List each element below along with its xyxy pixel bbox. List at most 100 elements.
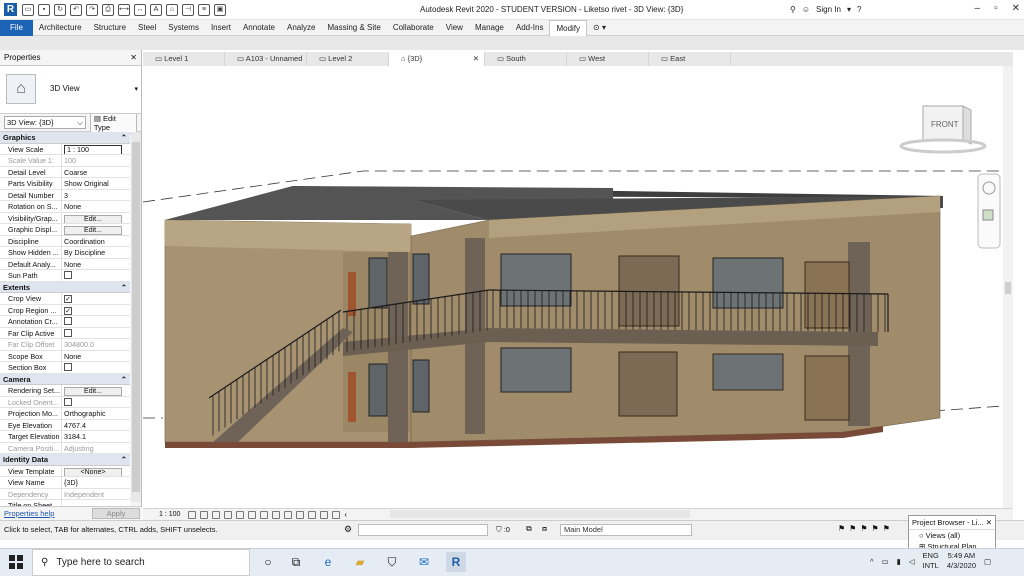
apply-button[interactable]: Apply (92, 508, 140, 519)
tray-expand-icon[interactable]: ^ (870, 557, 874, 566)
view-tab[interactable]: ▭ East (649, 52, 731, 66)
ribbon-options-icon[interactable]: ⊙ ▾ (587, 20, 612, 36)
help-icon[interactable]: ? (857, 5, 861, 14)
close-tab-icon[interactable]: ✕ (473, 52, 479, 66)
design-option-dropdown[interactable]: Main Model (560, 524, 692, 536)
property-checkbox[interactable]: ✓ (64, 295, 72, 303)
property-checkbox[interactable] (64, 328, 72, 337)
tab-systems[interactable]: Systems (162, 20, 205, 36)
property-value[interactable]: 1 : 100 (62, 144, 130, 154)
temp-hide-icon[interactable] (284, 510, 293, 519)
property-group-header[interactable]: Graphics ⌃ (0, 132, 130, 144)
tag-icon[interactable]: A (150, 4, 162, 16)
sun-path-icon[interactable] (212, 510, 221, 519)
view-tab[interactable]: ▭ South (485, 52, 567, 66)
property-value[interactable]: 3 (62, 190, 130, 201)
tab-add-ins[interactable]: Add-Ins (510, 20, 550, 36)
properties-close-icon[interactable]: ✕ (130, 53, 137, 62)
view-scale-value[interactable]: 1 : 100 (143, 511, 188, 518)
workset-dropdown[interactable] (358, 524, 488, 536)
property-value[interactable]: Edit... (62, 213, 130, 223)
save-icon[interactable]: ▪ (38, 4, 50, 16)
property-edit-button[interactable]: Edit... (64, 226, 122, 235)
maximize-icon[interactable]: ▫ (994, 3, 998, 14)
taskbar-search-box[interactable]: ⚲ Type here to search (32, 549, 250, 576)
network-icon[interactable]: ▭ (882, 557, 889, 566)
canvas-horizontal-scrollbar[interactable] (390, 510, 690, 518)
property-edit-button[interactable]: Edit... (64, 214, 122, 223)
property-value[interactable]: Show Original (62, 178, 130, 189)
property-value[interactable]: None (62, 259, 130, 270)
view-tab[interactable]: ▭ Level 2 (307, 52, 389, 66)
drag-elements-icon[interactable]: ⚑ (883, 524, 890, 533)
redo-icon[interactable]: ↷ (86, 4, 98, 16)
tree-item-views[interactable]: ○ Views (all) (909, 530, 995, 541)
binoculars-icon[interactable]: ⚲ (790, 5, 796, 14)
sign-in-link[interactable]: Sign In (816, 5, 841, 14)
canvas-vertical-scrollbar[interactable] (1003, 66, 1013, 510)
collapse-icon[interactable]: ⌃ (121, 454, 127, 465)
print-icon[interactable]: ⎙ (102, 4, 114, 16)
reveal-hidden-icon[interactable] (296, 510, 305, 519)
windows-start-icon[interactable] (0, 548, 32, 576)
property-value[interactable]: Coarse (62, 167, 130, 178)
task-view-icon[interactable]: ⧉ (286, 552, 306, 572)
collapse-icon[interactable]: ⌃ (121, 282, 127, 293)
analytical-model-icon[interactable] (308, 510, 317, 519)
dimension-icon[interactable]: ↔ (134, 4, 146, 16)
type-selector[interactable]: ⌂ 3D View ▾ (0, 66, 141, 114)
property-value[interactable]: ✓ (62, 305, 130, 316)
render-icon[interactable] (236, 510, 245, 519)
tab-massing-site[interactable]: Massing & Site (321, 20, 386, 36)
sync-icon[interactable]: ↻ (54, 4, 66, 16)
view-tab[interactable]: ▭ A103 - Unnamed (225, 52, 307, 66)
close-hidden-icon[interactable]: ▣ (214, 4, 226, 16)
constraints-icon[interactable] (332, 510, 341, 519)
property-input[interactable]: 1 : 100 (64, 144, 122, 154)
notifications-icon[interactable]: ▢ (984, 557, 991, 566)
exclude-options-icon[interactable]: ⧈ (542, 524, 547, 534)
tab-annotate[interactable]: Annotate (237, 20, 281, 36)
language-indicator[interactable]: ENG INTL (923, 551, 939, 571)
worksets-icon[interactable]: ⚙ (344, 524, 352, 535)
property-value[interactable] (62, 316, 130, 327)
store-icon[interactable]: ⛉ (382, 552, 402, 572)
close-icon[interactable]: ✕ (1012, 3, 1020, 14)
revit-taskbar-icon[interactable]: R (446, 552, 466, 572)
property-value[interactable]: <None> (62, 466, 130, 476)
design-options-icon[interactable]: ⧉ (526, 524, 532, 534)
tab-view[interactable]: View (440, 20, 469, 36)
tab-analyze[interactable]: Analyze (281, 20, 321, 36)
tab-insert[interactable]: Insert (205, 20, 237, 36)
tab-collaborate[interactable]: Collaborate (387, 20, 440, 36)
open-icon[interactable]: ▭ (22, 4, 34, 16)
property-value[interactable]: 4767.4 (62, 420, 130, 431)
clock[interactable]: 5:49 AM 4/3/2020 (947, 551, 976, 571)
cortana-icon[interactable]: ○ (258, 552, 278, 572)
thin-lines-icon[interactable]: ≡ (198, 4, 210, 16)
property-checkbox[interactable] (64, 363, 72, 371)
property-value[interactable]: Edit... (62, 224, 130, 235)
properties-scrollbar[interactable] (131, 132, 141, 502)
property-value[interactable]: None (62, 351, 130, 362)
property-group-header[interactable]: Extents ⌃ (0, 281, 130, 293)
property-value[interactable]: None (62, 201, 130, 212)
property-checkbox[interactable]: ✓ (64, 306, 72, 315)
tab-manage[interactable]: Manage (469, 20, 510, 36)
tab-structure[interactable]: Structure (88, 20, 132, 36)
property-value[interactable]: By Discipline (62, 247, 130, 258)
view-tab[interactable]: ▭ Level 1 (143, 52, 225, 66)
property-group-header[interactable]: Identity Data ⌃ (0, 454, 130, 466)
sign-in-dropdown-icon[interactable]: ▾ (847, 5, 851, 14)
property-value[interactable]: Coordination (62, 236, 130, 247)
property-value[interactable]: {3D} (62, 477, 130, 488)
property-edit-button[interactable]: <None> (64, 467, 122, 476)
property-checkbox[interactable] (64, 317, 72, 325)
properties-scroll-thumb[interactable] (132, 142, 140, 492)
type-dropdown-icon[interactable]: ▾ (134, 85, 138, 93)
lock-3d-icon[interactable] (272, 510, 281, 519)
tab-steel[interactable]: Steel (132, 20, 162, 36)
property-value[interactable] (62, 362, 130, 373)
expand-icon[interactable]: ○ (919, 531, 926, 540)
tab-modify[interactable]: Modify (549, 19, 588, 36)
